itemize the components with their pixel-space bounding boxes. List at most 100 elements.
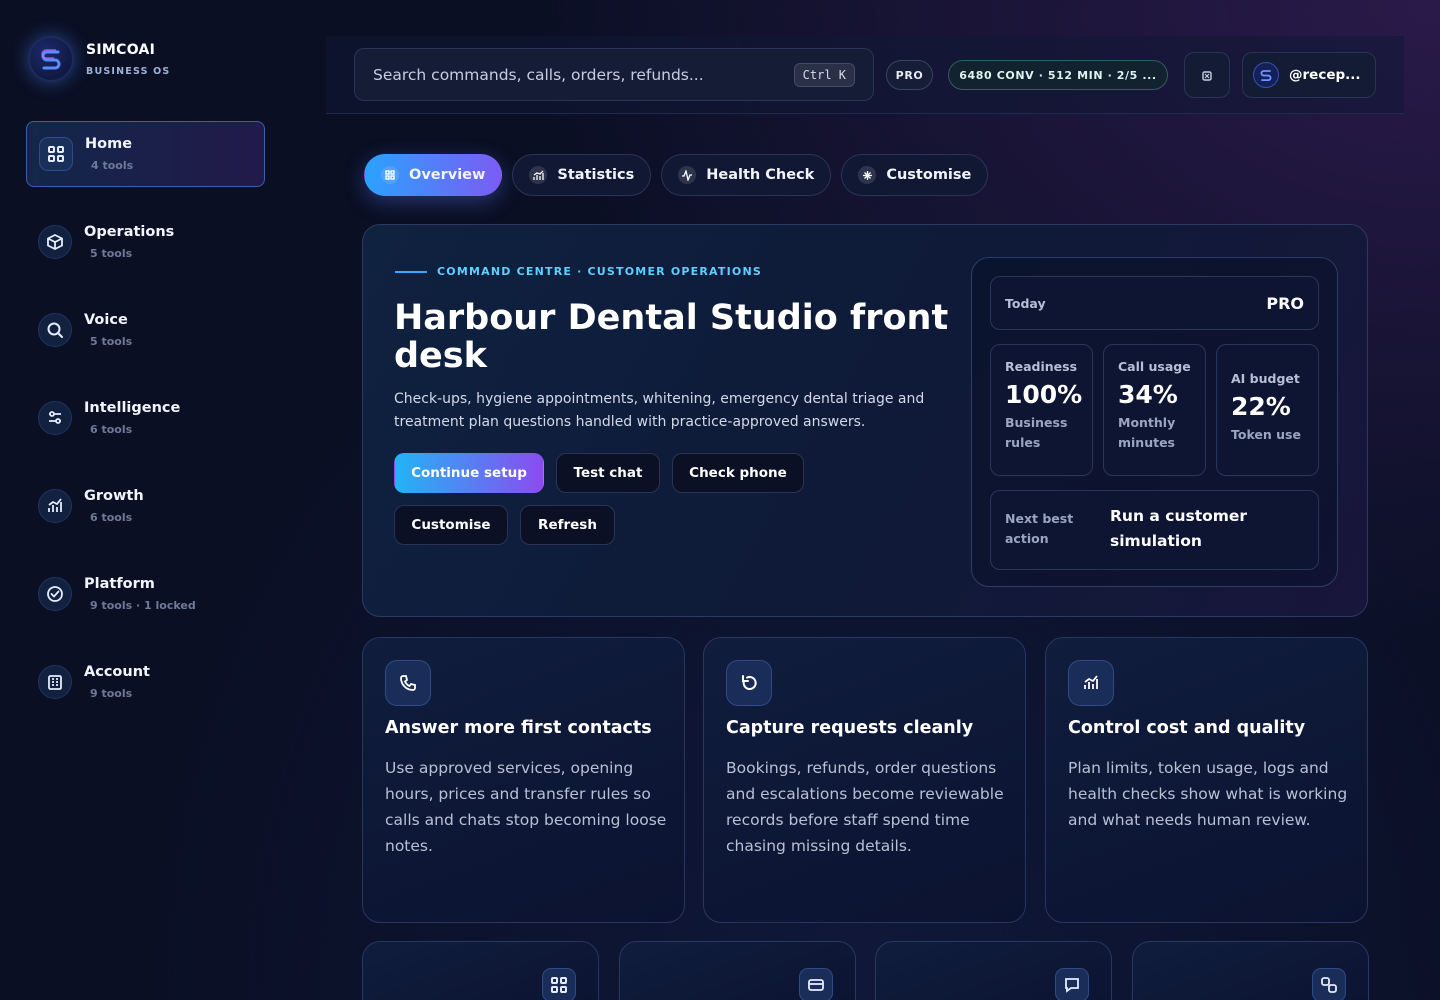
- customise-button[interactable]: Customise: [394, 505, 508, 545]
- feature-title: Control cost and quality: [1068, 718, 1306, 738]
- test-chat-button[interactable]: Test chat: [556, 453, 660, 493]
- page-title: Harbour Dental Studio front desk: [394, 298, 949, 376]
- tab-bar: Overview Statistics Health Check Customi…: [364, 154, 989, 196]
- grid-icon: [542, 968, 576, 1000]
- stat-subtitle: Business rules: [1005, 415, 1068, 450]
- tab-customise[interactable]: Customise: [841, 154, 989, 196]
- topbar: Search commands, calls, orders, refunds.…: [326, 36, 1404, 114]
- today-header: Today PRO: [990, 276, 1319, 330]
- sidebar-item-voice[interactable]: Voice 5 tools: [26, 297, 265, 363]
- sidebar-item-label: Operations: [84, 224, 175, 240]
- stat-subtitle: Token use: [1231, 427, 1301, 442]
- search-input[interactable]: Search commands, calls, orders, refunds.…: [354, 48, 874, 101]
- stat-value: 34%: [1118, 380, 1178, 409]
- stat-title: AI budget: [1231, 371, 1300, 386]
- stat-card-readiness: Readiness 100% Business rules: [990, 344, 1093, 476]
- tab-label: Health Check: [706, 167, 815, 183]
- stat-value: 22%: [1231, 392, 1291, 421]
- user-menu[interactable]: @recep...: [1242, 52, 1376, 98]
- search-placeholder: Search commands, calls, orders, refunds.…: [373, 65, 704, 84]
- search-icon: [38, 313, 72, 347]
- plan-badge: PRO: [886, 60, 933, 90]
- tool-card[interactable]: [1132, 941, 1369, 1000]
- feature-card: Control cost and quality Plan limits, to…: [1045, 637, 1368, 923]
- stat-value: 100%: [1005, 380, 1083, 409]
- settings-icon: [1202, 66, 1212, 85]
- box-icon: [38, 225, 72, 259]
- feature-description: Bookings, refunds, order questions and e…: [726, 759, 1004, 855]
- sidebar-item-label: Platform: [84, 576, 155, 592]
- brand-name: SIMCOAI: [86, 41, 156, 58]
- sidebar-item-operations[interactable]: Operations 5 tools: [26, 209, 265, 275]
- sidebar-item-count: 9 tools: [90, 687, 133, 700]
- brand-logo-icon: [28, 36, 74, 82]
- check-phone-button[interactable]: Check phone: [672, 453, 804, 493]
- sidebar-item-account[interactable]: Account 9 tools: [26, 649, 265, 715]
- chat-icon: [1055, 968, 1089, 1000]
- sidebar-item-label: Home: [85, 136, 133, 152]
- chart-icon: [529, 166, 548, 184]
- grid-icon: [381, 166, 399, 184]
- hero-panel: COMMAND CENTRE · CUSTOMER OPERATIONS Har…: [362, 224, 1368, 617]
- tab-overview[interactable]: Overview: [364, 154, 503, 196]
- stat-subtitle: Monthly minutes: [1118, 415, 1176, 450]
- next-best-action[interactable]: Next best action Run a customer simulati…: [990, 490, 1319, 570]
- stat-card-ai-budget: AI budget 22% Token use: [1216, 344, 1319, 476]
- sidebar-item-label: Intelligence: [84, 400, 181, 416]
- tool-card[interactable]: [619, 941, 856, 1000]
- brand[interactable]: SIMCOAI BUSINESS OS: [28, 36, 170, 82]
- sidebar-item-label: Account: [84, 664, 150, 680]
- eyebrow-text: COMMAND CENTRE · CUSTOMER OPERATIONS: [437, 265, 762, 278]
- chart-icon: [38, 489, 72, 523]
- feature-card: Capture requests cleanly Bookings, refun…: [703, 637, 1026, 923]
- hero-description: Check-ups, hygiene appointments, whiteni…: [394, 391, 925, 430]
- sidebar-item-count: 5 tools: [90, 335, 133, 348]
- sidebar-item-label: Voice: [84, 312, 128, 328]
- chart-icon: [1068, 660, 1114, 706]
- tool-card[interactable]: [875, 941, 1112, 1000]
- sidebar-item-count: 6 tools: [90, 423, 133, 436]
- sidebar-item-count: 9 tools · 1 locked: [90, 599, 196, 612]
- user-name: @recep...: [1289, 67, 1361, 83]
- feature-title: Capture requests cleanly: [726, 718, 974, 738]
- building-icon: [38, 665, 72, 699]
- tab-statistics[interactable]: Statistics: [512, 154, 652, 196]
- card-icon: [799, 968, 833, 1000]
- stat-title: Readiness: [1005, 359, 1078, 374]
- tab-label: Customise: [886, 167, 972, 183]
- continue-setup-button[interactable]: Continue setup: [394, 453, 544, 493]
- sidebar-item-platform[interactable]: Platform 9 tools · 1 locked: [26, 561, 265, 627]
- next-action-value: Run a customer simulation: [1110, 507, 1248, 550]
- stat-card-call-usage: Call usage 34% Monthly minutes: [1103, 344, 1206, 476]
- sidebar-item-count: 4 tools: [91, 159, 134, 172]
- sliders-icon: [38, 401, 72, 435]
- grid-icon: [39, 137, 73, 171]
- sidebar-item-intelligence[interactable]: Intelligence 6 tools: [26, 385, 265, 451]
- theme-toggle-button[interactable]: [1184, 52, 1230, 98]
- link-icon: [1312, 968, 1346, 1000]
- sidebar-item-home[interactable]: Home 4 tools: [26, 121, 265, 187]
- next-action-label: Next best action: [1005, 511, 1074, 546]
- feature-description: Use approved services, opening hours, pr…: [385, 759, 667, 855]
- eyebrow-divider: [395, 270, 427, 273]
- search-shortcut: Ctrl K: [793, 62, 855, 87]
- sidebar: SIMCOAI BUSINESS OS Home 4 tools Operati…: [0, 0, 290, 1000]
- tab-label: Statistics: [557, 167, 635, 183]
- sidebar-item-count: 5 tools: [90, 247, 133, 260]
- today-label: Today: [1005, 295, 1046, 311]
- feature-description: Plan limits, token usage, logs and healt…: [1068, 759, 1348, 829]
- tool-card[interactable]: [362, 941, 599, 1000]
- feature-card: Answer more first contacts Use approved …: [362, 637, 685, 923]
- pulse-icon: [678, 166, 697, 184]
- today-stats-panel: Today PRO Readiness 100% Business rules …: [971, 257, 1338, 587]
- sidebar-nav: Home 4 tools Operations 5 tools Voice 5 …: [26, 121, 265, 737]
- tab-health-check[interactable]: Health Check: [661, 154, 832, 196]
- refresh-icon: [726, 660, 772, 706]
- sparkle-icon: [858, 166, 877, 184]
- usage-badge[interactable]: 6480 CONV · 512 MIN · 2/5 ...: [948, 60, 1168, 90]
- sidebar-item-label: Growth: [84, 488, 144, 504]
- sidebar-item-growth[interactable]: Growth 6 tools: [26, 473, 265, 539]
- refresh-button[interactable]: Refresh: [520, 505, 615, 545]
- sidebar-item-count: 6 tools: [90, 511, 133, 524]
- tab-label: Overview: [409, 167, 486, 183]
